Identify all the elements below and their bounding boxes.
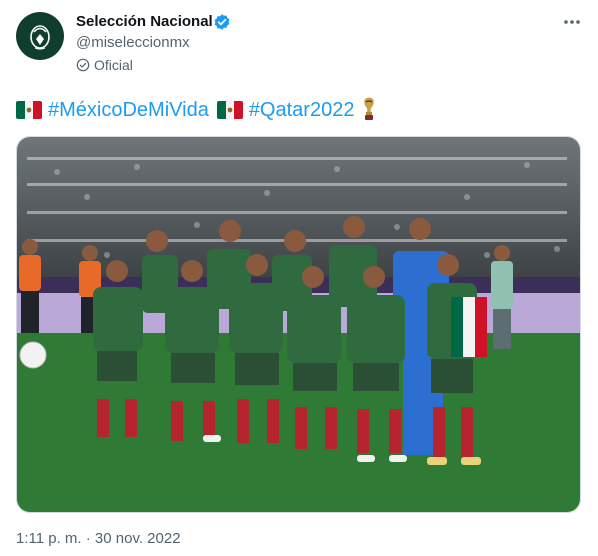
world-cup-trophy-icon: [364, 97, 375, 120]
hashtag-mexicodemivida[interactable]: #MéxicoDeMiVida: [48, 99, 209, 122]
official-label: Oficial: [94, 57, 133, 73]
more-options-button[interactable]: [560, 10, 584, 34]
author-handle[interactable]: @miseleccionmx: [76, 34, 190, 51]
more-options-icon: [564, 20, 580, 24]
profile-avatar[interactable]: [16, 12, 64, 60]
author-name[interactable]: Selección Nacional: [76, 13, 213, 30]
tweet-timestamp[interactable]: 1:11 p. m. · 30 nov. 2022: [16, 530, 181, 547]
official-check-icon: [76, 58, 90, 72]
tweet-text: #MéxicoDeMiVida #Qatar2022: [16, 96, 378, 124]
team-photo: [17, 137, 580, 512]
mexico-flag-icon: [216, 101, 243, 119]
tweet-photo[interactable]: [16, 136, 581, 513]
verified-badge-icon: [214, 14, 230, 30]
mexico-crest-icon: [30, 25, 50, 50]
mexico-flag-icon: [16, 101, 42, 119]
tweet-card: Selección Nacional @miseleccionmx Oficia…: [0, 0, 598, 556]
hashtag-qatar2022[interactable]: #Qatar2022: [249, 99, 355, 122]
